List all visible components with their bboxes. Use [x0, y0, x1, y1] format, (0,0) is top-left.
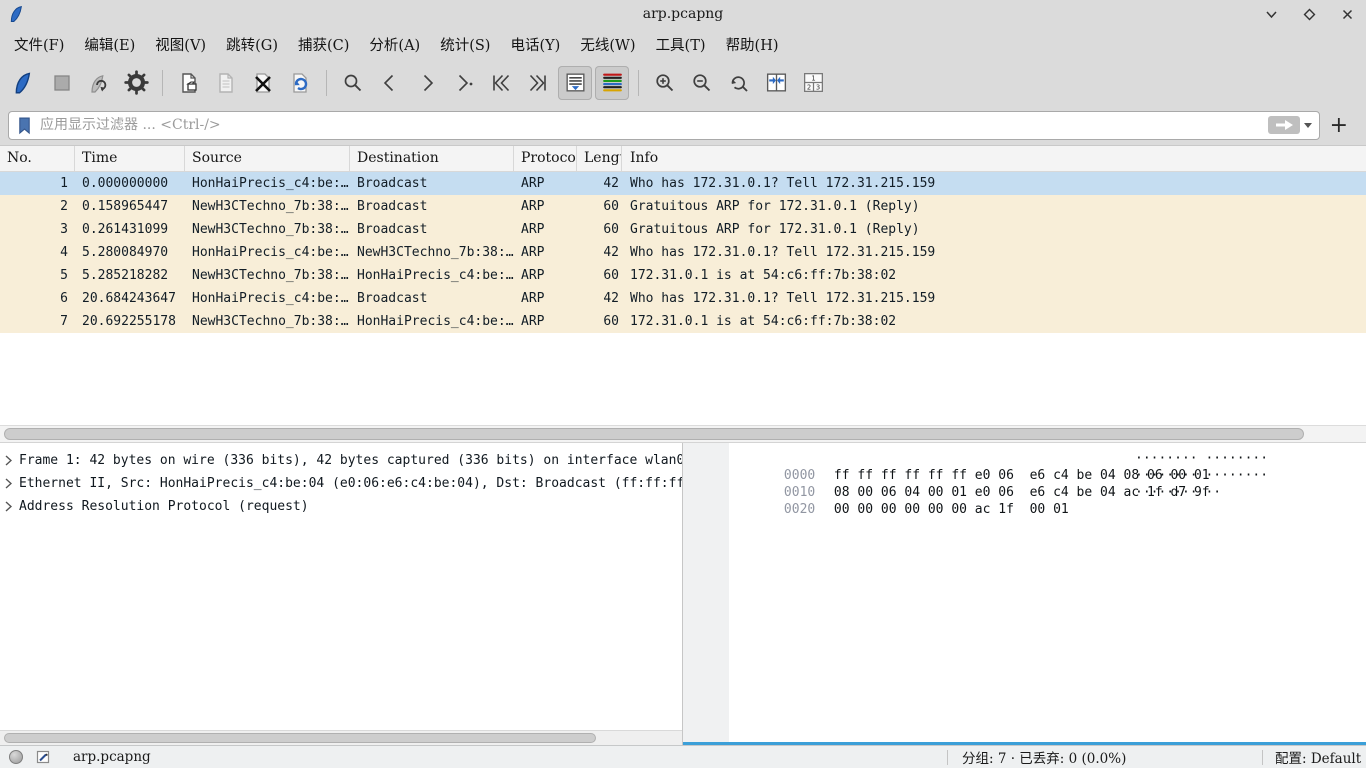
- menu-telephony[interactable]: 电话(Y): [500, 30, 570, 59]
- display-filter-input[interactable]: [35, 117, 1268, 133]
- save-file-icon[interactable]: [209, 66, 243, 100]
- reload-file-icon[interactable]: [283, 66, 317, 100]
- capture-options-icon[interactable]: [119, 66, 153, 100]
- column-header-length[interactable]: Length: [577, 146, 622, 171]
- menu-edit[interactable]: 编辑(E): [74, 30, 145, 59]
- packet-row-6[interactable]: 620.684243647HonHaiPrecis_c4:be:…Broadca…: [0, 287, 1366, 310]
- main-toolbar: 123: [0, 60, 1366, 105]
- scrollbar-thumb[interactable]: [4, 733, 596, 743]
- wireshark-window: arp.pcapng 文件(F) 编辑(E) 视图(V) 跳转(G) 捕获(C)…: [0, 0, 1366, 768]
- expert-info-icon[interactable]: [9, 750, 23, 764]
- go-last-icon[interactable]: [521, 66, 555, 100]
- go-first-icon[interactable]: [484, 66, 518, 100]
- colorize-packets-icon[interactable]: [595, 66, 629, 100]
- display-filter-box: [8, 111, 1320, 140]
- menu-file[interactable]: 文件(F): [4, 30, 74, 59]
- menu-bar: 文件(F) 编辑(E) 视图(V) 跳转(G) 捕获(C) 分析(A) 统计(S…: [0, 28, 1366, 60]
- find-packet-icon[interactable]: [336, 66, 370, 100]
- packet-row-7[interactable]: 720.692255178NewH3CTechno_7b:38:…HonHaiP…: [0, 310, 1366, 333]
- go-to-packet-icon[interactable]: [447, 66, 481, 100]
- capture-comment-icon[interactable]: [35, 749, 51, 765]
- layout-123-icon[interactable]: 123: [796, 66, 830, 100]
- zoom-reset-icon[interactable]: [722, 66, 756, 100]
- packet-row-1[interactable]: 10.000000000HonHaiPrecis_c4:be:…Broadcas…: [0, 172, 1366, 195]
- apply-filter-button[interactable]: [1268, 116, 1300, 134]
- open-file-icon[interactable]: [172, 66, 206, 100]
- go-back-icon[interactable]: [373, 66, 407, 100]
- scrollbar-thumb[interactable]: [4, 428, 1304, 440]
- packet-bytes-pane: 0000ff ff ff ff ff ff e0 06 e6 c4 be 04 …: [683, 443, 1366, 745]
- toolbar-separator: [326, 70, 327, 96]
- packet-row-4[interactable]: 45.280084970HonHaiPrecis_c4:be:…NewH3CTe…: [0, 241, 1366, 264]
- column-header-protocol[interactable]: Protocol: [514, 146, 577, 171]
- packet-row-2[interactable]: 20.158965447NewH3CTechno_7b:38:…Broadcas…: [0, 195, 1366, 218]
- minimize-button[interactable]: [1264, 7, 1278, 21]
- go-forward-icon[interactable]: [410, 66, 444, 100]
- detail-line-arp[interactable]: Address Resolution Protocol (request): [0, 495, 682, 518]
- window-title: arp.pcapng: [0, 6, 1366, 22]
- svg-text:2: 2: [806, 83, 810, 91]
- details-hscrollbar[interactable]: [0, 730, 682, 745]
- lower-panes: Frame 1: 42 bytes on wire (336 bits), 42…: [0, 425, 1366, 745]
- menu-analyze[interactable]: 分析(A): [359, 30, 430, 59]
- menu-view[interactable]: 视图(V): [145, 30, 216, 59]
- resize-columns-icon[interactable]: [759, 66, 793, 100]
- zoom-in-icon[interactable]: [648, 66, 682, 100]
- auto-scroll-icon[interactable]: [558, 66, 592, 100]
- packet-list-header: No. Time Source Destination Protocol Len…: [0, 145, 1366, 172]
- toolbar-separator: [162, 70, 163, 96]
- column-header-destination[interactable]: Destination: [350, 146, 514, 171]
- menu-help[interactable]: 帮助(H): [716, 30, 789, 59]
- menu-capture[interactable]: 捕获(C): [288, 30, 359, 59]
- column-header-no[interactable]: No.: [0, 146, 75, 171]
- menu-go[interactable]: 跳转(G): [216, 30, 288, 59]
- status-packet-count: 分组: 7 · 已丢弃: 0 (0.0%): [948, 747, 1262, 767]
- zoom-out-icon[interactable]: [685, 66, 719, 100]
- filter-dropdown-caret[interactable]: [1304, 123, 1312, 128]
- packet-details-pane: Frame 1: 42 bytes on wire (336 bits), 42…: [0, 443, 683, 745]
- add-filter-button[interactable]: +: [1320, 113, 1358, 138]
- column-header-info[interactable]: Info: [622, 146, 1366, 171]
- expander-chevron-icon[interactable]: [5, 501, 12, 512]
- title-bar: arp.pcapng: [0, 0, 1366, 28]
- column-header-source[interactable]: Source: [185, 146, 350, 171]
- toolbar-separator: [638, 70, 639, 96]
- packet-row-3[interactable]: 30.261431099NewH3CTechno_7b:38:…Broadcas…: [0, 218, 1366, 241]
- expander-chevron-icon[interactable]: [5, 455, 12, 466]
- packet-list: 10.000000000HonHaiPrecis_c4:be:…Broadcas…: [0, 172, 1366, 333]
- start-capture-icon[interactable]: [8, 66, 42, 100]
- filter-bookmark-icon[interactable]: [14, 116, 35, 135]
- packet-row-5[interactable]: 55.285218282NewH3CTechno_7b:38:…HonHaiPr…: [0, 264, 1366, 287]
- close-file-icon[interactable]: [246, 66, 280, 100]
- restart-capture-icon[interactable]: [82, 66, 116, 100]
- hex-row-0000[interactable]: 0000ff ff ff ff ff ff e0 06 e6 c4 be 04 …: [683, 450, 1366, 467]
- detail-line-frame[interactable]: Frame 1: 42 bytes on wire (336 bits), 42…: [0, 449, 682, 472]
- menu-wireless[interactable]: 无线(W): [570, 30, 645, 59]
- display-filter-bar: +: [0, 105, 1366, 145]
- status-bar: arp.pcapng 分组: 7 · 已丢弃: 0 (0.0%) 配置: Def…: [0, 745, 1366, 768]
- svg-text:1: 1: [811, 74, 815, 82]
- svg-text:3: 3: [815, 83, 819, 91]
- expander-chevron-icon[interactable]: [5, 478, 12, 489]
- status-filename: arp.pcapng: [73, 749, 151, 765]
- status-profile[interactable]: 配置: Default: [1263, 747, 1366, 767]
- column-header-time[interactable]: Time: [75, 146, 185, 171]
- hex-row-0020[interactable]: 002000 00 00 00 00 00 ac 1f 00 01·······…: [683, 484, 1366, 501]
- hex-row-0010[interactable]: 001008 00 06 04 00 01 e0 06 e6 c4 be 04 …: [683, 467, 1366, 484]
- detail-line-ethernet[interactable]: Ethernet II, Src: HonHaiPrecis_c4:be:04 …: [0, 472, 682, 495]
- maximize-button[interactable]: [1302, 7, 1316, 21]
- menu-tools[interactable]: 工具(T): [646, 30, 716, 59]
- menu-statistics[interactable]: 统计(S): [430, 30, 500, 59]
- close-button[interactable]: [1340, 7, 1354, 21]
- stop-capture-icon[interactable]: [45, 66, 79, 100]
- packet-list-hscrollbar[interactable]: [0, 425, 1366, 443]
